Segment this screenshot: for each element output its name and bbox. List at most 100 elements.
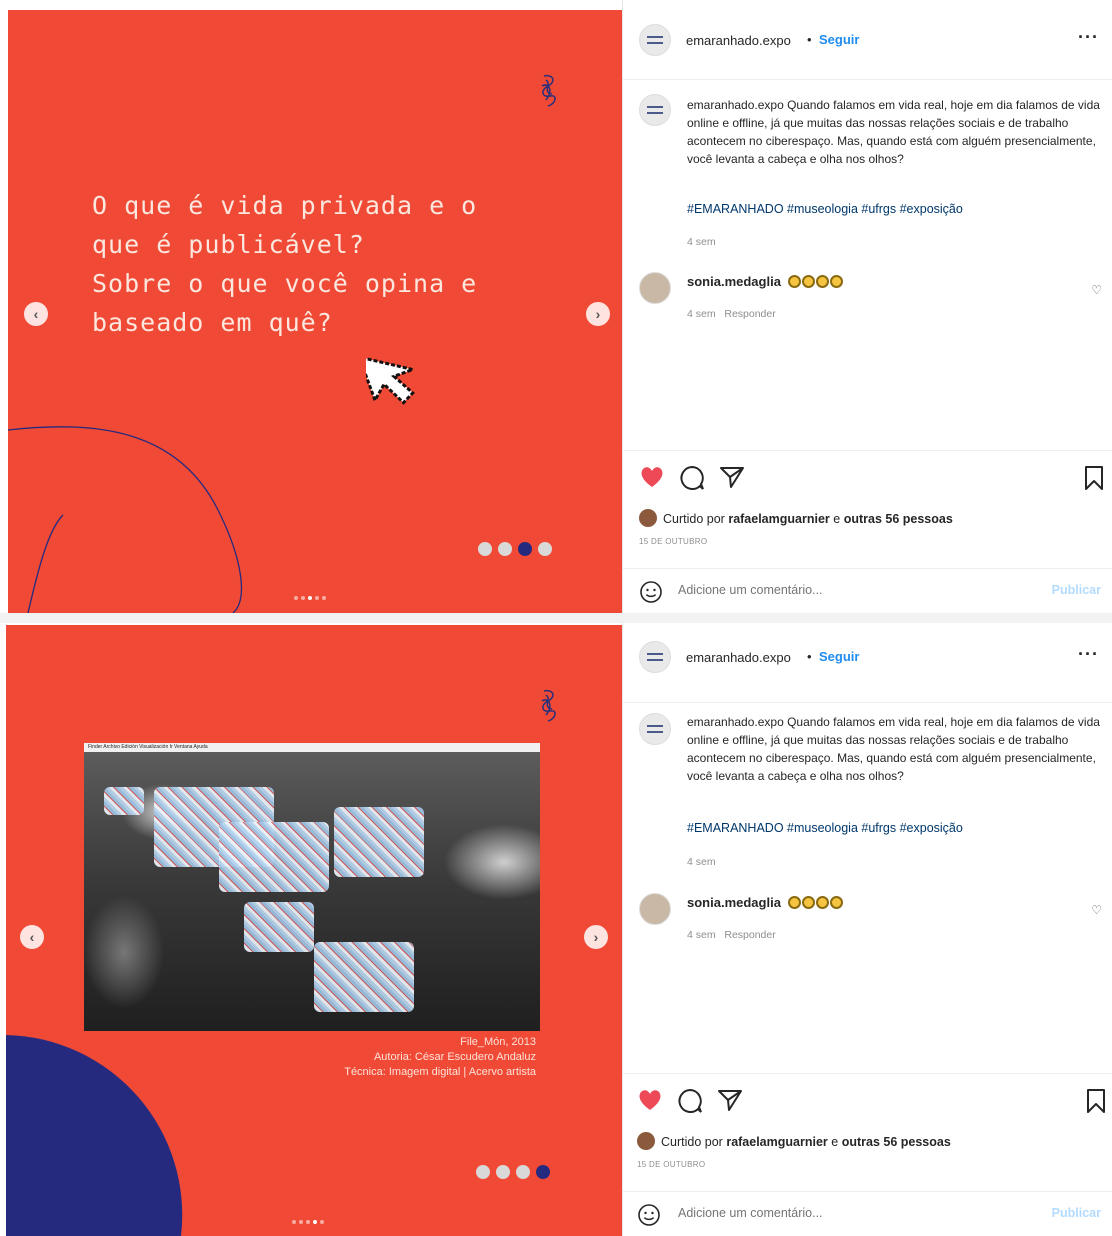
decorative-navy-circle [6,1035,183,1236]
liker-avatar [639,509,657,527]
caption-hashtags[interactable]: #EMARANHADO #museologia #ufrgs #exposiçã… [687,202,963,216]
share-icon[interactable] [717,1088,743,1112]
reply-button[interactable]: Responder [724,929,775,941]
arrow-right-icon: › [595,306,601,322]
indicator-dot [498,542,512,556]
likes-user[interactable]: rafaelamguarnier [726,1135,827,1149]
comment-meta: 4 sem Responder [687,308,776,320]
clap-emojis [788,275,844,289]
comment-username[interactable]: sonia.medaglia [687,274,781,289]
carousel-slide-1: O que é vida privada e o que é publicáve… [8,10,622,613]
carousel-dot [292,1220,296,1224]
slide-indicator-dots [478,542,552,556]
comment-like-icon[interactable]: ♡ [1091,903,1102,917]
comment-icon[interactable] [679,465,705,491]
separator-dot: • [807,649,812,664]
more-options-button[interactable]: ··· [1078,644,1099,665]
post-sidebar: emaranhado.expo • Seguir ··· emaranhado.… [622,623,1112,1236]
carousel-dot [294,596,298,600]
comment-icon[interactable] [677,1088,703,1114]
caption-username[interactable]: emaranhado.expo [687,715,784,729]
caption-text: emaranhado.expo Quando falamos em vida r… [687,96,1101,168]
action-bar: Curtido por rafaelamguarnier e outras 56… [623,450,1112,568]
post-1: O que é vida privada e o que é publicáve… [0,0,1112,613]
account-username[interactable]: emaranhado.expo [686,650,791,665]
emoji-icon[interactable] [639,580,663,604]
arrow-right-icon: › [593,929,599,945]
comment-meta: 4 sem Responder [687,929,776,941]
share-icon[interactable] [719,465,745,489]
account-username[interactable]: emaranhado.expo [686,33,791,48]
comment-input[interactable] [678,1206,1018,1220]
slide-question-text: O que é vida privada e o que é publicáve… [92,186,477,342]
post-date: 15 DE OUTUBRO [637,1160,706,1169]
comment-time: 4 sem [687,929,716,941]
clap-emojis [788,896,844,910]
likes-user[interactable]: rafaelamguarnier [728,512,829,526]
indicator-dot [538,542,552,556]
caption-username[interactable]: emaranhado.expo [687,98,784,112]
commenter-avatar[interactable] [639,272,671,304]
carousel-position-dots [294,596,326,600]
indicator-dot-active [536,1165,550,1179]
carousel-dot-active [313,1220,317,1224]
comment: sonia.medaglia [687,895,844,910]
likes-prefix: Curtido por [661,1135,723,1149]
comment-like-icon[interactable]: ♡ [1091,283,1102,297]
post-separator [0,613,1112,623]
caption-hashtags[interactable]: #EMARANHADO #museologia #ufrgs #exposiçã… [687,821,963,835]
question-line-1: O que é vida privada e o [92,191,478,220]
caption-avatar[interactable] [639,94,671,126]
caption-time: 4 sem [687,856,716,868]
carousel-position-dots [292,1220,324,1224]
comment-username[interactable]: sonia.medaglia [687,895,781,910]
likes-others[interactable]: outras 56 pessoas [842,1135,951,1149]
prev-slide-button[interactable]: ‹ [24,302,48,326]
account-avatar[interactable] [639,641,671,673]
likes-prefix: Curtido por [663,512,725,526]
next-slide-button[interactable]: › [584,925,608,949]
question-line-2: que é publicável? [92,230,365,259]
account-avatar[interactable] [639,24,671,56]
comment: sonia.medaglia [687,274,844,289]
arrow-left-icon: ‹ [33,306,39,322]
more-options-button[interactable]: ··· [1078,27,1099,48]
likes-summary[interactable]: Curtido por rafaelamguarnier e outras 56… [639,509,953,527]
next-slide-button[interactable]: › [586,302,610,326]
emoji-icon[interactable] [637,1203,661,1227]
carousel-dot [301,596,305,600]
indicator-dot [478,542,492,556]
separator-dot: • [807,32,812,47]
post-sidebar: emaranhado.expo • Seguir ··· emaranhado.… [622,0,1112,613]
heart-icon[interactable] [639,465,665,489]
caption-time: 4 sem [687,236,716,248]
carousel-slide-2: Finder Archivo Edición Visualización Ir … [6,625,622,1236]
heart-icon[interactable] [637,1088,663,1112]
caption-text: emaranhado.expo Quando falamos em vida r… [687,713,1101,785]
publish-button[interactable]: Publicar [1052,1206,1101,1220]
likes-summary[interactable]: Curtido por rafaelamguarnier e outras 56… [637,1132,951,1150]
post-header: emaranhado.expo • Seguir ··· [623,0,1112,80]
carousel-dot [315,596,319,600]
follow-button[interactable]: Seguir [819,32,859,47]
indicator-dot [516,1165,530,1179]
bookmark-icon[interactable] [1083,465,1105,491]
liker-avatar [637,1132,655,1150]
action-bar: Curtido por rafaelamguarnier e outras 56… [623,1073,1112,1191]
likes-others[interactable]: outras 56 pessoas [844,512,953,526]
question-line-3: Sobre o que você opina e [92,269,478,298]
publish-button[interactable]: Publicar [1052,583,1101,597]
question-line-4: baseado em quê? [92,308,333,337]
caption-avatar[interactable] [639,713,671,745]
bookmark-icon[interactable] [1085,1088,1107,1114]
post-header: emaranhado.expo • Seguir ··· [623,623,1112,703]
reply-button[interactable]: Responder [724,308,775,320]
comment-input[interactable] [678,583,1018,597]
follow-button[interactable]: Seguir [819,649,859,664]
indicator-dot [496,1165,510,1179]
commenter-avatar[interactable] [639,893,671,925]
carousel-dot [306,1220,310,1224]
prev-slide-button[interactable]: ‹ [20,925,44,949]
indicator-dot-active [518,542,532,556]
post-date: 15 DE OUTUBRO [639,537,708,546]
